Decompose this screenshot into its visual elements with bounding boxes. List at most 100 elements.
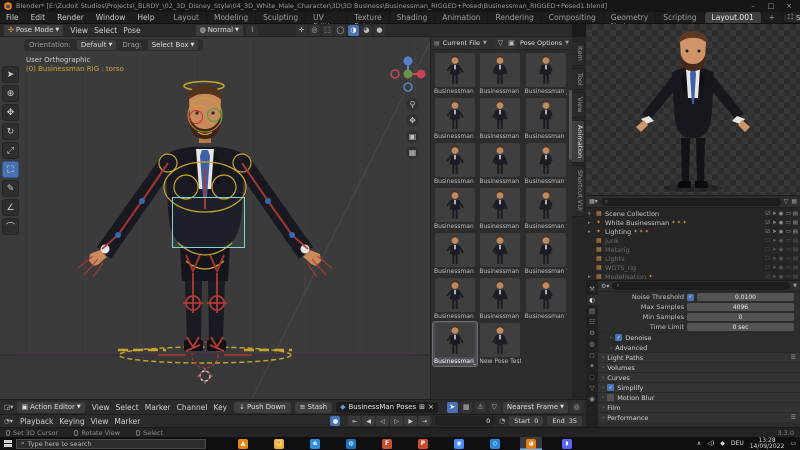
action-name-field[interactable]: ◆ BusinessMan Poses ⊞ × (336, 402, 438, 413)
property-value[interactable]: 4096 (687, 303, 794, 311)
frame-start-field[interactable]: Start0 (509, 416, 543, 426)
gizmo-icon[interactable]: ✛ (296, 25, 307, 36)
snap-mode-dropdown[interactable]: Nearest Frame▼ (503, 402, 568, 413)
expand-caret-icon[interactable]: › (602, 375, 604, 381)
push-down-button[interactable]: ↓Push Down (234, 402, 291, 413)
section-denoise[interactable]: ›✓Denoise (598, 332, 800, 342)
menu-file[interactable]: File (0, 13, 25, 22)
viewlayer-properties-tab[interactable]: ☷ (587, 317, 598, 327)
selectable-icon[interactable]: ➤ (772, 211, 777, 217)
sidebar-tab-shortcut-vur[interactable]: Shortcut VUr (572, 165, 585, 217)
auto-keying-button[interactable] (330, 416, 340, 426)
discord-icon[interactable]: ◗ (556, 437, 578, 450)
frame-end-field[interactable]: End35 (547, 416, 582, 426)
rotate-tool-icon[interactable]: ↻ (2, 123, 19, 140)
outliner-row-metarig[interactable]: ▦Metarig☐➤◉▭▤ (588, 245, 798, 254)
filter-icon[interactable]: ▽ (784, 198, 789, 205)
fake-user-shield-icon[interactable]: ◆ (340, 403, 345, 411)
output-properties-tab[interactable]: ▤ (587, 306, 598, 316)
play-button[interactable]: ▷ (390, 416, 403, 426)
play-reverse-button[interactable]: ◁ (376, 416, 389, 426)
section-advanced[interactable]: ›Advanced (598, 342, 800, 352)
visibility-eye-icon[interactable]: ◉ (779, 211, 784, 217)
viewport-menu-select[interactable]: Select (91, 26, 120, 35)
asset-item[interactable]: Businessman Cr... (478, 52, 522, 96)
sidebar-tab-item[interactable]: Item (572, 41, 585, 66)
property-min-samples[interactable]: Min Samples0 (598, 312, 800, 322)
shading-wireframe-icon[interactable]: ◯ (335, 25, 346, 36)
timeline-menu-marker[interactable]: Marker (111, 417, 143, 426)
sidebar-tab-animation[interactable]: Animation (572, 120, 585, 163)
snap-magnet-icon[interactable]: ⌇ (247, 25, 258, 36)
scale-tool-icon[interactable]: ⤢ (2, 142, 19, 159)
timeline-menu-playback[interactable]: Playback (17, 417, 56, 426)
visibility-eye-icon[interactable]: ◉ (779, 247, 784, 253)
expand-icon[interactable]: ▾ (588, 211, 594, 217)
render-disable-icon[interactable]: ▤ (793, 265, 798, 271)
outliner[interactable]: ▦▾ ⌕ ▽ ▤ ▾▦Scene Collection☑➤◉▭▤▸✦White … (586, 195, 800, 280)
annotate-tool-icon[interactable]: ✎ (2, 180, 19, 197)
timeline-editor-icon[interactable]: ◔▾ (4, 417, 13, 425)
viewport-disable-icon[interactable]: ▭ (786, 220, 791, 226)
expand-caret-icon[interactable]: › (610, 335, 612, 341)
camera-view-icon[interactable]: ▣ (406, 130, 419, 143)
tweak-tool-icon[interactable]: ➤ (2, 66, 19, 83)
ortho-grid-icon[interactable]: ▦ (406, 146, 419, 159)
data-properties-tab[interactable]: ▽ (587, 383, 598, 393)
object-properties-tab[interactable]: ◻ (587, 350, 598, 360)
unlink-action-icon[interactable]: × (428, 403, 434, 411)
jump-start-button[interactable]: ⇤ (348, 416, 361, 426)
timeline-menu-view[interactable]: View (88, 417, 112, 426)
move-tool-icon[interactable]: ✥ (2, 104, 19, 121)
property-max-samples[interactable]: Max Samples4096 (598, 302, 800, 312)
checkbox-checked-icon[interactable]: ☑ (765, 229, 770, 235)
security-shield-icon[interactable]: ◆ (720, 440, 725, 447)
photos-icon[interactable]: ◍ (340, 437, 362, 450)
overlays-icon[interactable]: ◎ (309, 25, 320, 36)
workspace-tab-layout[interactable]: Layout (166, 12, 207, 23)
expand-caret-icon[interactable]: › (602, 385, 604, 391)
menu-window[interactable]: Window (90, 13, 132, 22)
asset-item[interactable]: Businessman Poi (433, 142, 477, 186)
workspace-tab-layout-001[interactable]: Layout.001 (705, 12, 762, 23)
section-menu-icon[interactable]: ☰ (791, 414, 796, 421)
sidebar-tab-tool[interactable]: Tool (572, 68, 585, 91)
workspace-tab-uv-editing[interactable]: UV Editing (306, 12, 347, 23)
expand-caret-icon[interactable]: › (602, 395, 604, 401)
mode-dropdown[interactable]: ✣ Pose Mode ▼ (4, 25, 63, 36)
workspace-tab-rendering[interactable]: Rendering (488, 12, 541, 23)
pan-hand-icon[interactable]: ✥ (406, 114, 419, 127)
start-button[interactable] (0, 437, 16, 450)
figma-icon[interactable]: F (376, 437, 398, 450)
asset-item[interactable]: Businessman Ju... (524, 52, 568, 96)
action-editor-dropdown[interactable]: ▣ Action Editor ▼ (17, 402, 84, 413)
asset-item[interactable]: Businessman Wa (524, 232, 568, 276)
measure-tool-icon[interactable]: ∠ (2, 199, 19, 216)
checkbox-icon[interactable]: ☐ (765, 265, 770, 271)
viewport-disable-icon[interactable]: ▭ (786, 247, 791, 253)
visibility-eye-icon[interactable]: ◉ (779, 265, 784, 271)
cursor-tool-icon[interactable]: ⊕ (2, 85, 19, 102)
view-axis-gizmo[interactable] (388, 54, 428, 94)
section-curves[interactable]: ›Curves (598, 372, 800, 382)
section-volumes[interactable]: ›Volumes (598, 362, 800, 372)
language-indicator[interactable]: DEU (731, 440, 744, 447)
stash-button[interactable]: ≡Stash (295, 402, 332, 413)
checkbox-checked-icon[interactable]: ☑ (765, 211, 770, 217)
expand-icon[interactable]: ▸ (588, 220, 594, 226)
render-disable-icon[interactable]: ▤ (793, 220, 798, 226)
snap-cursor-icon[interactable]: ➤ (447, 402, 458, 413)
outliner-row-modelisation[interactable]: ▸▦Modelisation✦☑➤◉▭▤ (588, 272, 798, 280)
section-simplify[interactable]: ›✓Simplify (598, 382, 800, 392)
property-value[interactable]: 0 sec (687, 323, 794, 331)
render-disable-icon[interactable]: ▤ (793, 274, 798, 280)
proportional-edit-icon[interactable]: ◎ (571, 402, 582, 413)
expand-icon[interactable]: ▸ (588, 229, 594, 235)
section-performance[interactable]: ›Performance☰ (598, 412, 800, 422)
checkbox-icon[interactable]: ✓ (607, 384, 614, 391)
viewport-disable-icon[interactable]: ▭ (786, 211, 791, 217)
expand-caret-icon[interactable]: › (602, 365, 604, 371)
menu-render[interactable]: Render (51, 13, 90, 22)
dopesheet-menu-view[interactable]: View (89, 403, 113, 412)
menu-edit[interactable]: Edit (25, 13, 52, 22)
